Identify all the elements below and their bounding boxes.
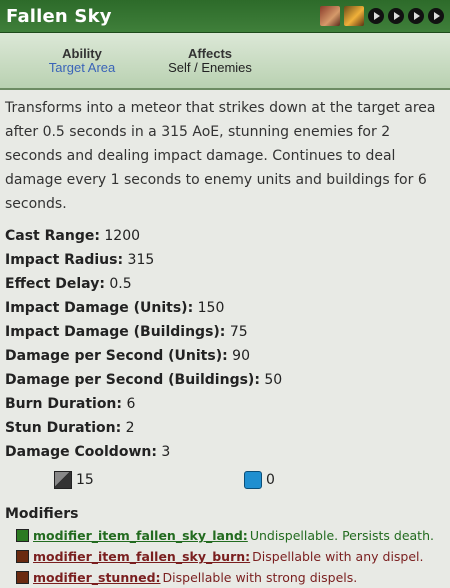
stat-key: Effect Delay: (5, 276, 105, 292)
modifier-item: modifier_stunned: Dispellable with stron… (16, 567, 450, 588)
hero-portrait-2-icon[interactable] (344, 6, 364, 26)
modifier-name-link[interactable]: modifier_stunned: (33, 570, 161, 585)
modifier-description: Dispellable with any dispel. (252, 549, 424, 564)
modifiers-list: modifier_item_fallen_sky_land: Undispell… (0, 525, 450, 588)
stat-row: Impact Radius: 315 (5, 248, 450, 272)
affects-value: Self / Enemies (168, 59, 252, 75)
affects-column: Affects Self / Enemies (146, 45, 274, 75)
ability-label: Ability (62, 45, 102, 61)
modifier-name-link[interactable]: modifier_item_fallen_sky_land: (33, 528, 248, 543)
stat-row: Damage Cooldown: 3 (5, 440, 450, 464)
cooldown-value: 15 (76, 472, 94, 488)
hero-portrait-1-icon[interactable] (320, 6, 340, 26)
affects-label: Affects (187, 45, 233, 61)
play-icon[interactable] (388, 8, 404, 24)
ability-title: Fallen Sky (6, 5, 112, 27)
stat-row: Burn Duration: 6 (5, 392, 450, 416)
ability-column: Ability Target Area (18, 45, 146, 75)
stat-key: Impact Radius: (5, 252, 124, 268)
header-icon-bar (320, 6, 444, 26)
stat-value: 6 (126, 396, 136, 412)
modifier-name-link[interactable]: modifier_item_fallen_sky_burn: (33, 549, 250, 564)
play-icon[interactable] (368, 8, 384, 24)
modifier-item: modifier_item_fallen_sky_land: Undispell… (16, 525, 450, 546)
stat-key: Stun Duration: (5, 420, 122, 436)
modifier-item: modifier_item_fallen_sky_burn: Dispellab… (16, 546, 450, 567)
stat-key: Damage Cooldown: (5, 444, 157, 460)
ability-info-bar: Ability Target Area Affects Self / Enemi… (0, 33, 450, 90)
stat-value: 90 (232, 348, 250, 364)
stat-value: 0.5 (109, 276, 132, 292)
mana-value: 0 (266, 472, 275, 488)
stat-value: 3 (161, 444, 171, 460)
modifier-color-swatch (16, 529, 29, 542)
stat-row: Impact Damage (Units): 150 (5, 296, 450, 320)
cooldown-cost: 15 (54, 471, 244, 489)
stat-key: Impact Damage (Units): (5, 300, 194, 316)
stat-key: Burn Duration: (5, 396, 122, 412)
modifier-description: Dispellable with strong dispels. (162, 570, 358, 585)
stat-row: Damage per Second (Units): 90 (5, 344, 450, 368)
tooltip-header: Fallen Sky (0, 0, 450, 33)
stat-value: 75 (229, 324, 248, 340)
mana-icon (244, 471, 262, 489)
stat-row: Stun Duration: 2 (5, 416, 450, 440)
stats-list: Cast Range: 1200 Impact Radius: 315 Effe… (0, 224, 450, 464)
ability-value: Target Area (48, 59, 116, 75)
cooldown-icon (54, 471, 72, 489)
play-icon[interactable] (428, 8, 444, 24)
modifier-color-swatch (16, 571, 29, 584)
stat-key: Cast Range: (5, 228, 100, 244)
modifier-color-swatch (16, 550, 29, 563)
stat-row: Damage per Second (Buildings): 50 (5, 368, 450, 392)
stat-value: 1200 (104, 228, 141, 244)
cost-row: 15 0 (0, 466, 450, 494)
stat-row: Cast Range: 1200 (5, 224, 450, 248)
stat-key: Impact Damage (Buildings): (5, 324, 226, 340)
modifiers-heading: Modifiers (5, 506, 79, 522)
stat-row: Impact Damage (Buildings): 75 (5, 320, 450, 344)
stat-value: 150 (197, 300, 225, 316)
tooltip-panel: Fallen Sky Ability Target Area Affects S… (0, 0, 450, 585)
stat-value: 2 (125, 420, 135, 436)
ability-description: Transforms into a meteor that strikes do… (5, 100, 436, 212)
stat-value: 50 (264, 372, 283, 388)
modifier-description: Undispellable. Persists death. (249, 528, 434, 543)
stat-key: Damage per Second (Buildings): (5, 372, 260, 388)
stat-key: Damage per Second (Units): (5, 348, 228, 364)
mana-cost: 0 (244, 471, 275, 489)
stat-value: 315 (127, 252, 155, 268)
stat-row: Effect Delay: 0.5 (5, 272, 450, 296)
play-icon[interactable] (408, 8, 424, 24)
